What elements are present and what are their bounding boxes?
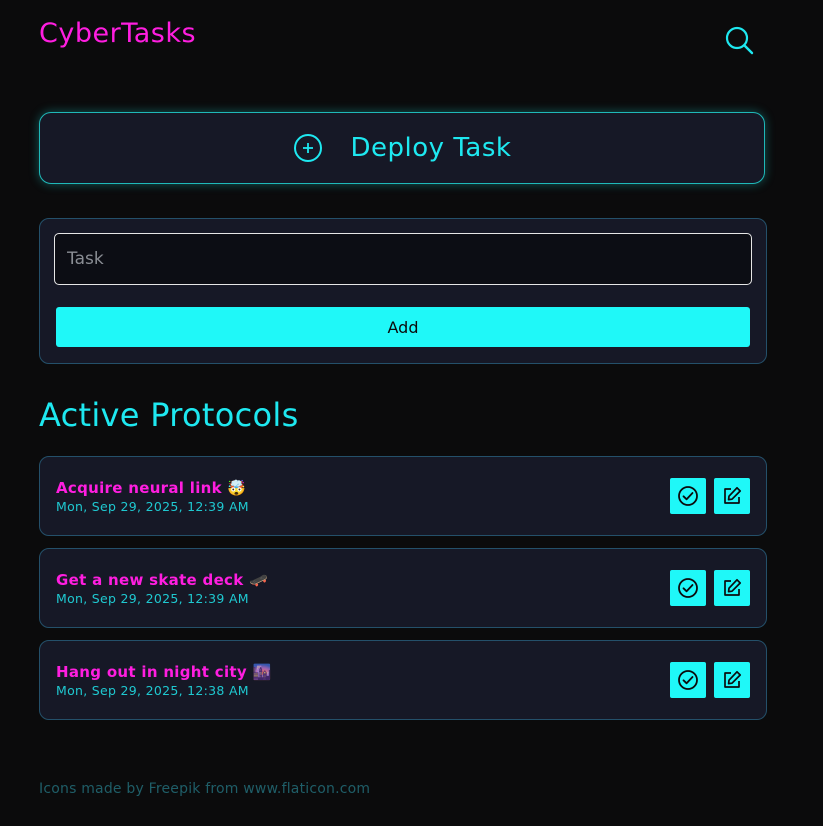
task-list: Acquire neural link 🤯 Mon, Sep 29, 2025,… <box>39 456 767 732</box>
edit-icon <box>724 670 742 688</box>
plus-circle-icon <box>293 134 322 162</box>
task-item: Hang out in night city 🌆 Mon, Sep 29, 20… <box>39 640 767 720</box>
search-icon <box>725 26 754 55</box>
complete-task-button[interactable] <box>670 662 706 698</box>
task-item: Acquire neural link 🤯 Mon, Sep 29, 2025,… <box>39 456 767 536</box>
edit-icon <box>724 486 742 504</box>
deploy-task-button[interactable]: Deploy Task <box>39 112 765 184</box>
check-circle-icon <box>678 578 698 598</box>
complete-task-button[interactable] <box>670 570 706 606</box>
edit-task-button[interactable] <box>714 570 750 606</box>
task-item: Get a new skate deck 🛹 Mon, Sep 29, 2025… <box>39 548 767 628</box>
edit-task-button[interactable] <box>714 478 750 514</box>
edit-task-button[interactable] <box>714 662 750 698</box>
check-circle-icon <box>678 486 698 506</box>
edit-icon <box>724 578 742 596</box>
section-title: Active Protocols <box>39 396 299 434</box>
task-title: Hang out in night city 🌆 <box>56 663 272 681</box>
complete-task-button[interactable] <box>670 478 706 514</box>
task-title: Acquire neural link 🤯 <box>56 479 247 497</box>
deploy-task-label: Deploy Task <box>350 133 512 163</box>
new-task-form: Add <box>39 218 767 364</box>
check-circle-icon <box>678 670 698 690</box>
add-button[interactable]: Add <box>56 307 750 347</box>
task-timestamp: Mon, Sep 29, 2025, 12:38 AM <box>56 683 249 698</box>
footer-credit: Icons made by Freepik from www.flaticon.… <box>39 781 371 797</box>
app-page: CyberTasks Deploy Task Add Active Protoc… <box>0 0 823 826</box>
task-input[interactable] <box>54 233 752 285</box>
app-title: CyberTasks <box>39 18 197 49</box>
task-title: Get a new skate deck 🛹 <box>56 571 269 589</box>
task-timestamp: Mon, Sep 29, 2025, 12:39 AM <box>56 591 249 606</box>
task-timestamp: Mon, Sep 29, 2025, 12:39 AM <box>56 499 249 514</box>
search-button[interactable] <box>722 23 756 57</box>
